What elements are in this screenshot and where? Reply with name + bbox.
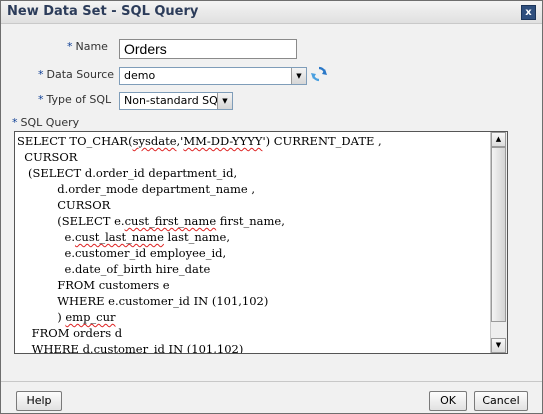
data-source-select[interactable]: demo ▼ [119,67,307,85]
name-input[interactable]: Orders [119,39,297,59]
name-label: * Name [67,40,108,53]
close-icon[interactable]: x [521,5,536,20]
ok-button[interactable]: OK [429,391,467,411]
sql-line: CURSOR [17,150,78,164]
data-source-label: * Data Source [38,68,115,81]
cancel-button[interactable]: Cancel [474,391,528,411]
required-marker: * [67,40,73,53]
sql-line: FROM customers e [17,278,170,292]
sql-line: d.order_mode department_name , [17,182,255,196]
type-of-sql-select[interactable]: Non-standard SQL ▼ [119,92,233,110]
footer-divider [1,381,542,382]
chevron-down-icon[interactable]: ▼ [217,93,232,109]
help-button[interactable]: Help [16,391,62,411]
type-of-sql-label: * Type of SQL [38,93,112,106]
data-source-value: demo [124,69,156,82]
title-bar: New Data Set - SQL Query x [1,1,542,24]
sql-query-text: SELECT TO_CHAR(sysdate,'MM-DD-YYYY') CUR… [17,133,382,354]
scroll-down-icon[interactable]: ▼ [491,338,506,353]
sql-query-textarea[interactable]: SELECT TO_CHAR(sysdate,'MM-DD-YYYY') CUR… [14,131,508,354]
scroll-up-icon[interactable]: ▲ [491,132,506,147]
required-marker: * [12,116,18,129]
sql-line: SELECT TO_CHAR(sysdate,'MM-DD-YYYY') CUR… [17,134,382,148]
sql-query-label: * SQL Query [12,116,80,129]
required-marker: * [38,68,44,81]
sql-line: CURSOR [17,198,111,212]
scroll-thumb[interactable] [491,147,506,322]
sql-line: e.customer_id employee_id, [17,246,227,260]
sql-line: ) emp_cur [17,310,116,324]
sql-line: WHERE d.customer_id IN (101,102) [17,342,244,354]
sql-line: WHERE e.customer_id IN (101,102) [17,294,269,308]
refresh-icon[interactable] [310,65,328,83]
sql-line: FROM orders d [17,326,123,340]
required-marker: * [38,93,44,106]
sql-line: e.date_of_birth hire_date [17,262,211,276]
sql-line: (SELECT e.cust_first_name first_name, [17,214,285,228]
new-data-set-dialog: New Data Set - SQL Query x * Name Orders … [0,0,543,414]
type-of-sql-value: Non-standard SQL [124,94,224,107]
chevron-down-icon[interactable]: ▼ [291,68,306,84]
vertical-scrollbar[interactable]: ▲ ▼ [490,132,507,353]
dialog-title: New Data Set - SQL Query [7,4,199,19]
sql-line: e.cust_last_name last_name, [17,230,230,244]
sql-line: (SELECT d.order_id department_id, [17,166,238,180]
